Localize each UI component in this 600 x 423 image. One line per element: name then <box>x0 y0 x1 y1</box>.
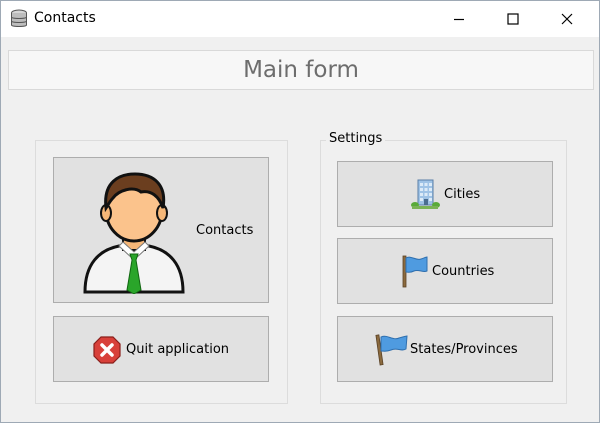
quit-application-label: Quit application <box>126 342 230 357</box>
countries-button-label: Countries <box>432 264 495 279</box>
building-icon <box>411 179 440 209</box>
maximize-icon <box>507 13 519 25</box>
window-title: Contacts <box>34 10 96 26</box>
person-icon <box>83 172 185 294</box>
quit-application-button[interactable]: Quit application <box>53 316 269 382</box>
contacts-button-label: Contacts <box>196 223 254 238</box>
page-title: Main form <box>243 57 359 83</box>
states-provinces-label: States/Provinces <box>410 342 518 357</box>
database-icon <box>11 9 27 27</box>
cities-button-label: Cities <box>444 187 481 202</box>
cities-button[interactable]: Cities <box>337 161 553 227</box>
title-bar[interactable]: Contacts <box>1 1 599 37</box>
maximize-button[interactable] <box>490 1 536 37</box>
minimize-button[interactable] <box>436 1 482 37</box>
states-provinces-button[interactable]: States/Provinces <box>337 316 553 382</box>
app-window: Contacts Main form Settings Contacts Qui… <box>0 0 600 423</box>
close-button[interactable] <box>544 1 590 37</box>
flag-icon <box>402 255 428 288</box>
settings-legend: Settings <box>326 131 386 146</box>
contacts-button[interactable]: Contacts <box>53 157 269 303</box>
form-header: Main form <box>8 50 594 90</box>
close-icon <box>561 13 573 25</box>
countries-button[interactable]: Countries <box>337 238 553 304</box>
minimize-icon <box>454 18 464 21</box>
close-circle-icon <box>93 336 121 364</box>
flag-icon <box>375 334 408 366</box>
